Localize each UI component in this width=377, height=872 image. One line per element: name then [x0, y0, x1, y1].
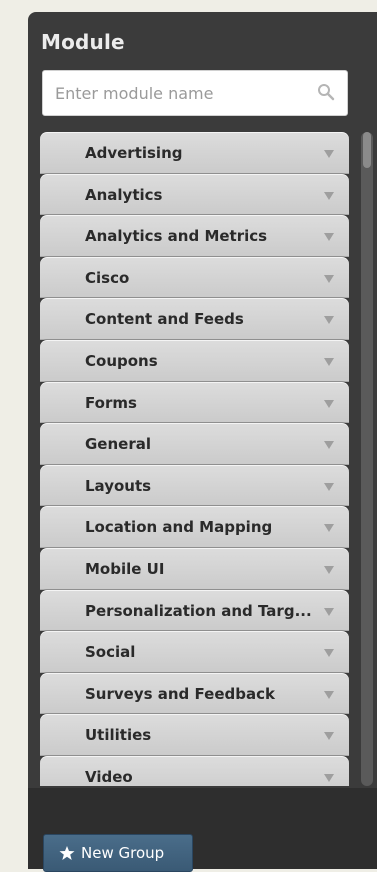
module-group-label: Analytics: [85, 185, 163, 204]
module-group-label: Social: [85, 643, 136, 662]
search-icon[interactable]: [317, 83, 335, 101]
module-group-label: Video: [85, 767, 133, 786]
module-group-item[interactable]: Forms: [40, 381, 349, 424]
module-group-item[interactable]: Analytics and Metrics: [40, 215, 349, 257]
panel-footer: New Group: [28, 788, 377, 872]
module-group-label: Advertising: [85, 144, 183, 162]
module-group-label: Cisco: [85, 268, 130, 287]
module-group-item[interactable]: General: [40, 423, 349, 465]
new-group-label: New Group: [81, 844, 165, 862]
chevron-down-icon: [324, 773, 334, 782]
module-group-label: Analytics and Metrics: [85, 227, 268, 246]
module-group-label: Content and Feeds: [85, 310, 244, 329]
list-scrollbar[interactable]: [361, 132, 373, 786]
module-group-label: Personalization and Targ...: [85, 601, 312, 620]
chevron-down-icon: [324, 357, 334, 366]
chevron-down-icon: [324, 565, 334, 574]
search-box[interactable]: [42, 70, 348, 116]
chevron-down-icon: [324, 482, 334, 491]
scrollbar-thumb[interactable]: [363, 132, 371, 168]
chevron-down-icon: [324, 524, 334, 533]
module-group-label: Forms: [85, 393, 137, 412]
module-group-item[interactable]: Video: [40, 755, 349, 786]
module-group-label: Location and Mapping: [85, 518, 273, 537]
module-group-label: Layouts: [85, 476, 152, 495]
chevron-down-icon: [324, 191, 334, 200]
chevron-down-icon: [324, 150, 334, 158]
chevron-down-icon: [324, 274, 334, 283]
module-panel: Module Advertising Analytics Analytics a…: [28, 12, 377, 872]
module-group-item[interactable]: Location and Mapping: [40, 506, 349, 548]
new-group-button[interactable]: New Group: [43, 834, 193, 872]
chevron-down-icon: [324, 607, 334, 616]
module-group-item[interactable]: Layouts: [40, 464, 349, 507]
module-group-label: General: [85, 435, 151, 454]
panel-title: Module: [41, 30, 125, 54]
module-group-item[interactable]: Cisco: [40, 256, 349, 299]
module-group-item[interactable]: Coupons: [40, 339, 349, 382]
chevron-down-icon: [324, 316, 334, 325]
module-group-item[interactable]: Analytics: [40, 173, 349, 216]
chevron-down-icon: [324, 233, 334, 242]
module-group-label: Surveys and Feedback: [85, 684, 275, 703]
search-input[interactable]: [43, 71, 303, 115]
module-group-item[interactable]: Advertising: [40, 132, 349, 174]
module-group-item[interactable]: Surveys and Feedback: [40, 672, 349, 715]
chevron-down-icon: [324, 690, 334, 699]
star-icon: [59, 846, 75, 860]
module-group-label: Utilities: [85, 726, 152, 745]
module-group-label: Coupons: [85, 351, 158, 370]
chevron-down-icon: [324, 441, 334, 450]
module-group-item[interactable]: Content and Feeds: [40, 298, 349, 340]
chevron-down-icon: [324, 649, 334, 658]
module-group-list: Advertising Analytics Analytics and Metr…: [40, 132, 349, 786]
chevron-down-icon: [324, 399, 334, 408]
module-group-label: Mobile UI: [85, 559, 165, 578]
module-group-item[interactable]: Mobile UI: [40, 547, 349, 590]
module-group-item[interactable]: Social: [40, 631, 349, 673]
chevron-down-icon: [324, 732, 334, 741]
module-group-item[interactable]: Utilities: [40, 714, 349, 756]
module-group-item[interactable]: Personalization and Targ...: [40, 589, 349, 632]
